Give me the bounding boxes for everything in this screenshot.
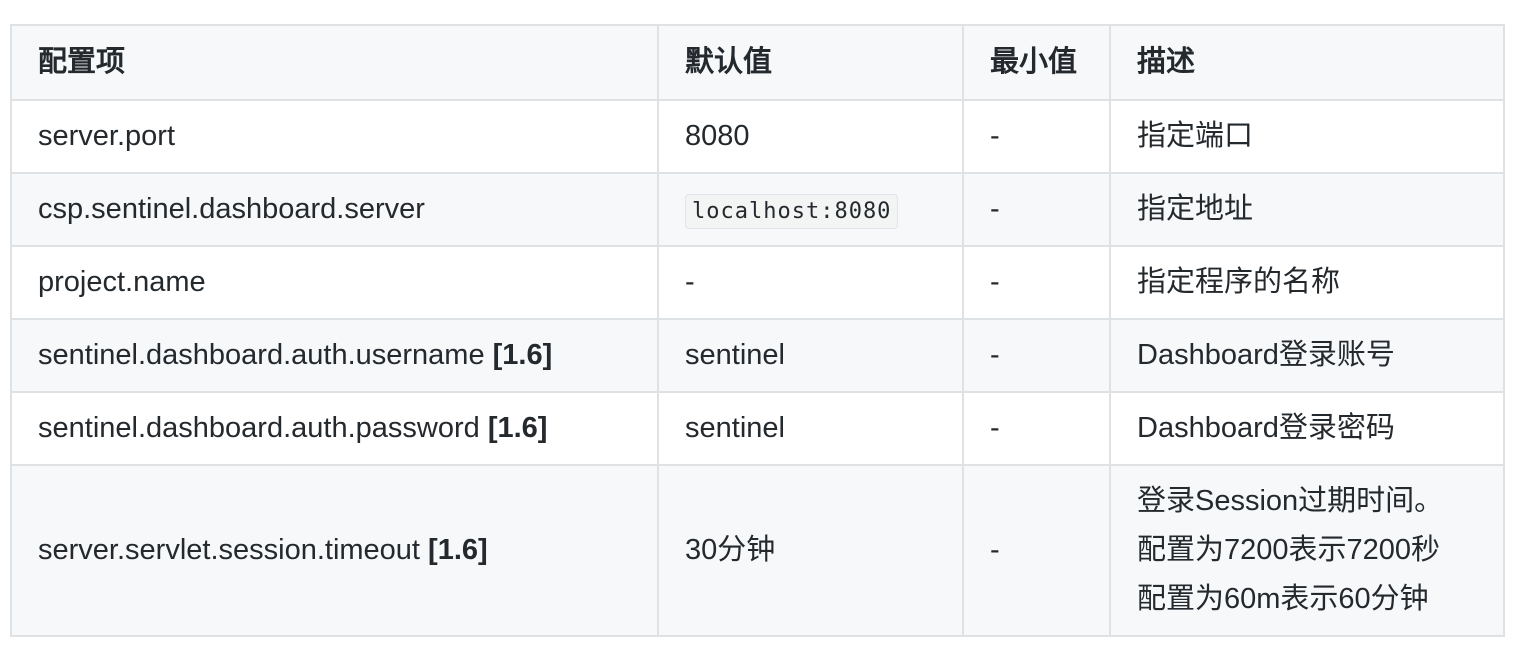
cell-default: sentinel <box>657 318 964 393</box>
description-line: Dashboard登录账号 <box>1137 339 1395 372</box>
cell-desc: Dashboard登录密码 <box>1109 391 1505 466</box>
cell-key: project.name <box>10 245 659 320</box>
cell-min: - <box>962 172 1111 247</box>
cell-default: localhost:8080 <box>657 172 964 247</box>
description-line: 配置为7200表示7200秒 <box>1137 534 1441 566</box>
description-line: 指定端口 <box>1137 120 1254 153</box>
default-value: sentinel <box>685 339 785 372</box>
version-tag: [1.6] <box>487 412 548 445</box>
header-config-item: 配置项 <box>10 24 659 101</box>
config-key: server.servlet.session.timeout <box>38 534 429 566</box>
cell-desc: 指定程序的名称 <box>1109 245 1505 320</box>
cell-desc: 指定地址 <box>1109 172 1505 247</box>
default-value-code: localhost:8080 <box>685 194 899 230</box>
description-line: 登录Session过期时间。 <box>1137 485 1444 517</box>
cell-min: - <box>962 464 1111 637</box>
description-line: 指定程序的名称 <box>1137 266 1341 299</box>
table-header-row: 配置项 默认值 最小值 描述 <box>10 24 1505 101</box>
cell-key: sentinel.dashboard.auth.username [1.6] <box>10 318 659 393</box>
config-key: csp.sentinel.dashboard.server <box>38 193 425 226</box>
version-tag: [1.6] <box>492 339 553 372</box>
config-key: project.name <box>38 266 206 299</box>
cell-default: - <box>657 245 964 320</box>
cell-min: - <box>962 245 1111 320</box>
header-min-value: 最小值 <box>962 24 1111 101</box>
table-row: sentinel.dashboard.auth.password [1.6] s… <box>10 391 1505 466</box>
cell-default: sentinel <box>657 391 964 466</box>
cell-key: csp.sentinel.dashboard.server <box>10 172 659 247</box>
cell-desc: 登录Session过期时间。 配置为7200表示7200秒 配置为60m表示60… <box>1109 464 1505 637</box>
cell-default: 30分钟 <box>657 464 964 637</box>
default-value: sentinel <box>685 412 785 445</box>
table-row: csp.sentinel.dashboard.server localhost:… <box>10 172 1505 247</box>
config-table-container: 配置项 默认值 最小值 描述 server.port 8080 - 指定端口 c… <box>10 24 1505 637</box>
cell-key: sentinel.dashboard.auth.password [1.6] <box>10 391 659 466</box>
description-line: Dashboard登录密码 <box>1137 412 1395 445</box>
description-line: 配置为60m表示60分钟 <box>1137 583 1429 615</box>
description-line: 指定地址 <box>1137 193 1254 226</box>
cell-min: - <box>962 391 1111 466</box>
table-row: project.name - - 指定程序的名称 <box>10 245 1505 320</box>
cell-key: server.servlet.session.timeout [1.6] <box>10 464 659 637</box>
cell-desc: 指定端口 <box>1109 99 1505 174</box>
header-description: 描述 <box>1109 24 1505 101</box>
cell-min: - <box>962 318 1111 393</box>
header-default-value: 默认值 <box>657 24 964 101</box>
config-key: sentinel.dashboard.auth.username <box>38 339 493 372</box>
cell-default: 8080 <box>657 99 964 174</box>
default-value: - <box>685 266 695 299</box>
version-tag: [1.6] <box>428 534 488 566</box>
table-row: sentinel.dashboard.auth.username [1.6] s… <box>10 318 1505 393</box>
config-table: 配置项 默认值 最小值 描述 server.port 8080 - 指定端口 c… <box>10 24 1505 637</box>
cell-desc: Dashboard登录账号 <box>1109 318 1505 393</box>
default-value: 30分钟 <box>685 534 776 566</box>
table-row: server.port 8080 - 指定端口 <box>10 99 1505 174</box>
cell-min: - <box>962 99 1111 174</box>
config-key: server.port <box>38 120 175 153</box>
cell-key: server.port <box>10 99 659 174</box>
default-value: 8080 <box>685 120 750 153</box>
config-key: sentinel.dashboard.auth.password <box>38 412 488 445</box>
table-row: server.servlet.session.timeout [1.6] 30分… <box>10 464 1505 637</box>
